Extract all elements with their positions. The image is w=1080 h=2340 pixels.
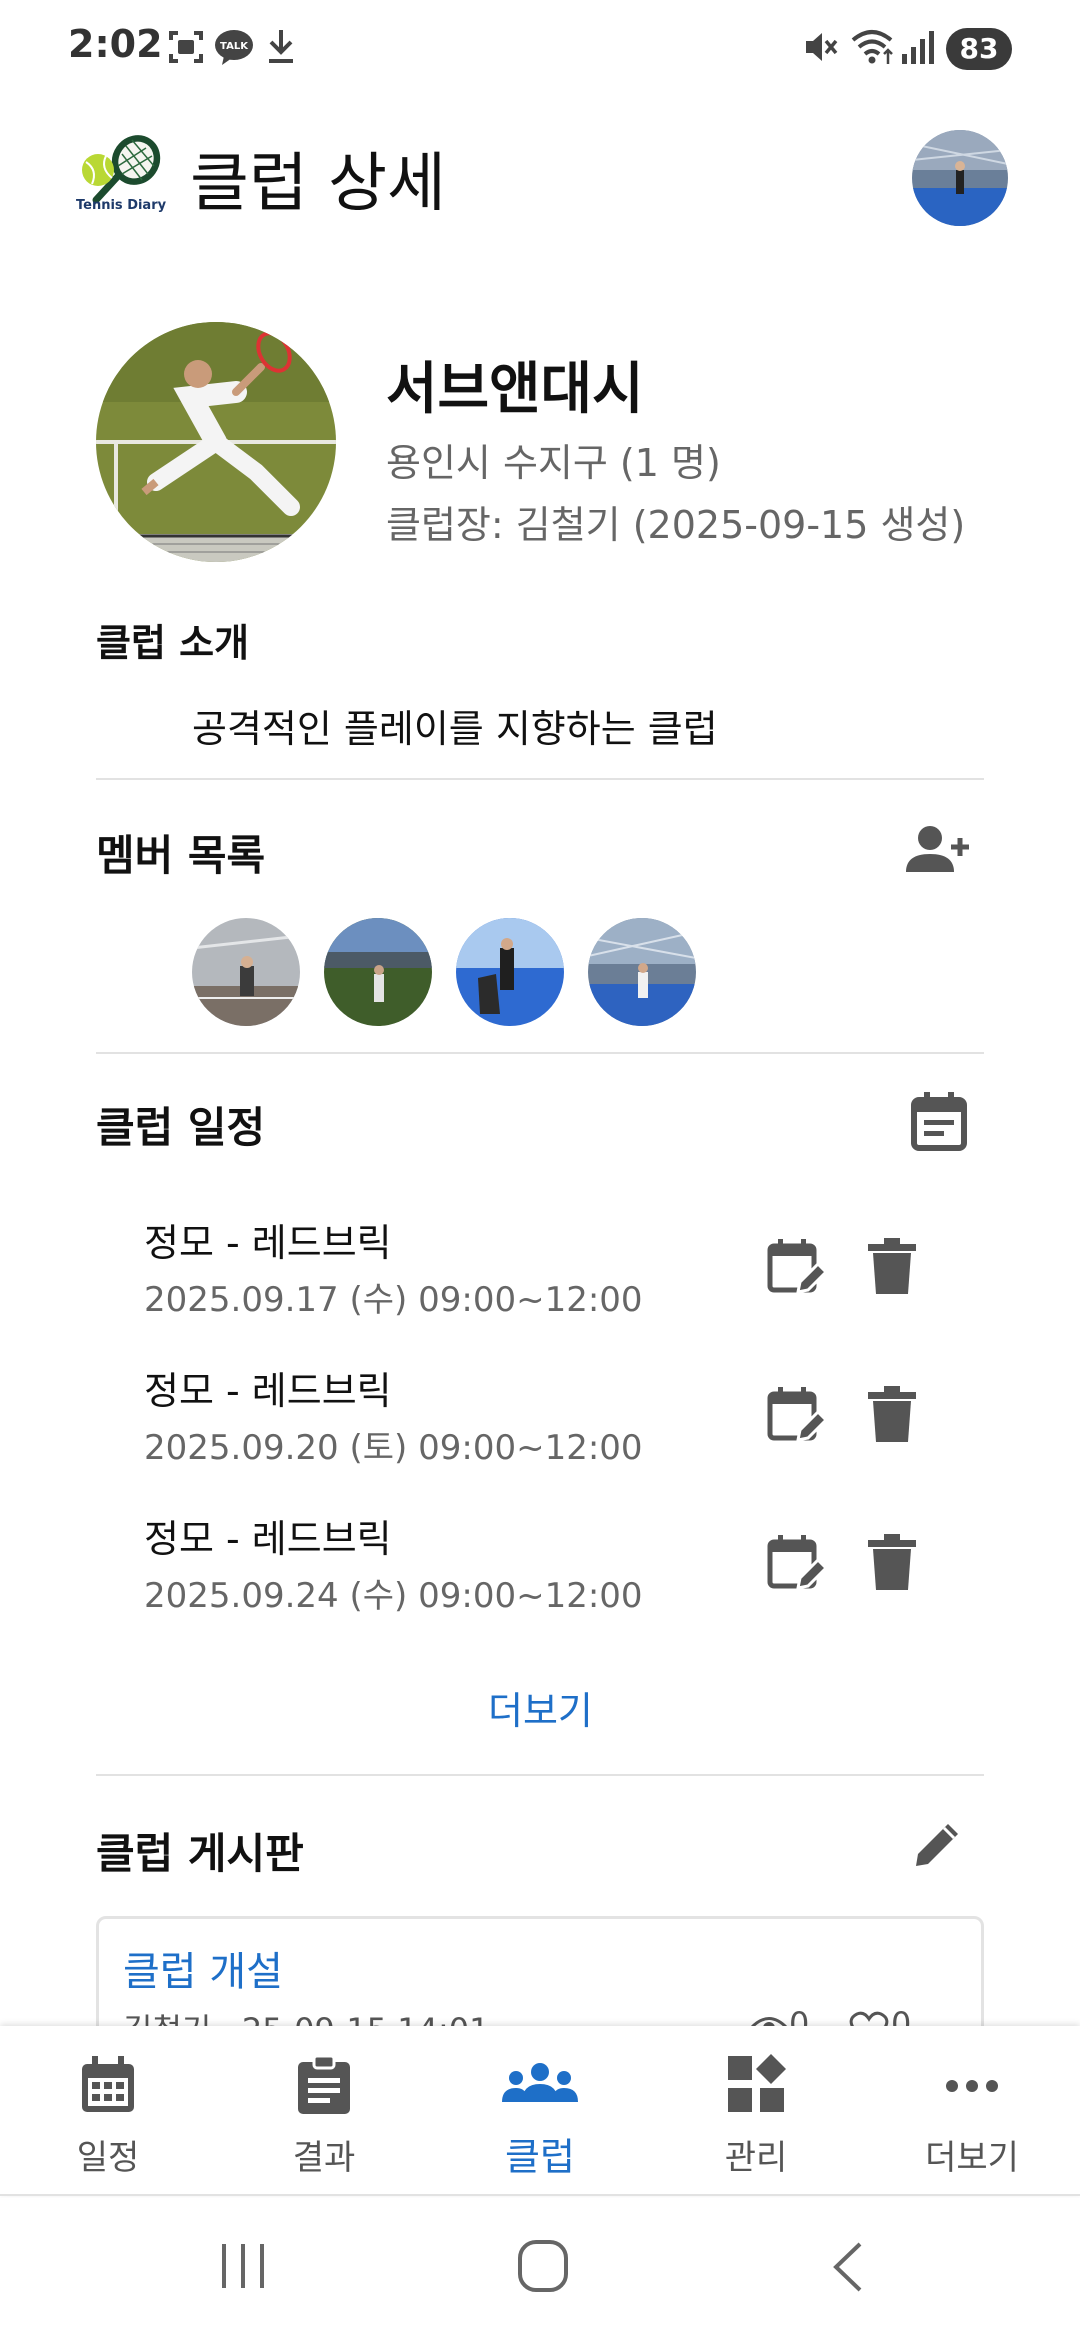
board-title: 클럽 게시판 bbox=[96, 1829, 304, 1878]
schedule-more-link[interactable]: 더보기 bbox=[488, 1680, 593, 1735]
logo-text: Tennis Diary bbox=[76, 198, 167, 213]
event-date: 2025.09.17 (수) 09:00~12:00 bbox=[144, 1280, 643, 1320]
svg-text:TALK: TALK bbox=[220, 41, 249, 52]
more-icon bbox=[946, 2080, 998, 2092]
delete-event-icon[interactable] bbox=[866, 1384, 918, 1446]
user-avatar[interactable] bbox=[912, 130, 1008, 226]
home-icon[interactable] bbox=[516, 2238, 570, 2294]
member-avatar[interactable] bbox=[192, 918, 300, 1026]
dashboard-icon bbox=[728, 2054, 786, 2112]
club-name: 서브앤대시 bbox=[386, 357, 644, 422]
calendar-icon bbox=[82, 2056, 134, 2112]
delete-event-icon[interactable] bbox=[866, 1532, 918, 1594]
schedule-title: 클럽 일정 bbox=[96, 1103, 266, 1152]
divider bbox=[96, 778, 984, 780]
write-post-icon[interactable] bbox=[912, 1818, 964, 1870]
status-bar: 2:02 TALK 83 bbox=[0, 0, 1080, 96]
nav-label: 결과 bbox=[292, 2138, 356, 2178]
edit-event-icon[interactable] bbox=[766, 1236, 829, 1298]
screenshot-icon bbox=[169, 31, 203, 63]
nav-more[interactable]: 더보기 bbox=[864, 2026, 1080, 2196]
event-title: 정모 - 레드브릭 bbox=[144, 1369, 392, 1413]
system-nav-bar bbox=[0, 2198, 1080, 2340]
club-leader: 클럽장: 김철기 (2025-09-15 생성) bbox=[386, 503, 966, 547]
nav-results[interactable]: 결과 bbox=[216, 2026, 432, 2196]
intro-title: 클럽 소개 bbox=[96, 621, 250, 665]
event-date: 2025.09.20 (토) 09:00~12:00 bbox=[144, 1428, 643, 1468]
kakaotalk-icon: TALK bbox=[215, 30, 253, 65]
nav-label: 일정 bbox=[76, 2138, 140, 2178]
signal-icon bbox=[902, 31, 934, 64]
nav-label: 관리 bbox=[724, 2138, 788, 2178]
back-icon[interactable] bbox=[828, 2240, 868, 2294]
bottom-nav: 일정 결과 클럽 관리 더보기 bbox=[0, 2026, 1080, 2196]
status-time: 2:02 bbox=[68, 22, 163, 66]
member-avatar[interactable] bbox=[324, 918, 432, 1026]
clipboard-icon bbox=[298, 2054, 350, 2114]
delete-event-icon[interactable] bbox=[866, 1236, 918, 1298]
nav-label: 클럽 bbox=[505, 2135, 575, 2179]
calendar-icon[interactable] bbox=[910, 1090, 968, 1152]
club-photo bbox=[96, 322, 336, 562]
page-title: 클럽 상세 bbox=[190, 147, 446, 221]
nav-label: 더보기 bbox=[925, 2138, 1019, 2178]
members-title: 멤버 목록 bbox=[96, 831, 266, 880]
wifi-icon bbox=[851, 30, 893, 64]
intro-text: 공격적인 플레이를 지향하는 클럽 bbox=[192, 707, 718, 751]
mute-icon bbox=[806, 33, 838, 61]
member-avatar[interactable] bbox=[456, 918, 564, 1026]
post-title: 클럽 개설 bbox=[123, 1949, 283, 1995]
edit-event-icon[interactable] bbox=[766, 1384, 829, 1446]
divider bbox=[96, 1774, 984, 1776]
nav-club[interactable]: 클럽 bbox=[432, 2026, 648, 2196]
event-title: 정모 - 레드브릭 bbox=[144, 1517, 392, 1561]
nav-schedule[interactable]: 일정 bbox=[0, 2026, 216, 2196]
add-member-icon[interactable] bbox=[904, 822, 972, 878]
club-location: 용인시 수지구 (1 명) bbox=[386, 441, 721, 485]
event-date: 2025.09.24 (수) 09:00~12:00 bbox=[144, 1576, 643, 1616]
recent-apps-icon[interactable] bbox=[218, 2240, 268, 2292]
nav-manage[interactable]: 관리 bbox=[648, 2026, 864, 2196]
edit-event-icon[interactable] bbox=[766, 1532, 829, 1594]
battery-indicator: 83 bbox=[946, 28, 1012, 70]
group-icon bbox=[502, 2063, 578, 2102]
download-icon bbox=[269, 30, 293, 63]
member-avatar[interactable] bbox=[588, 918, 696, 1026]
divider bbox=[96, 1052, 984, 1054]
event-title: 정모 - 레드브릭 bbox=[144, 1221, 392, 1265]
